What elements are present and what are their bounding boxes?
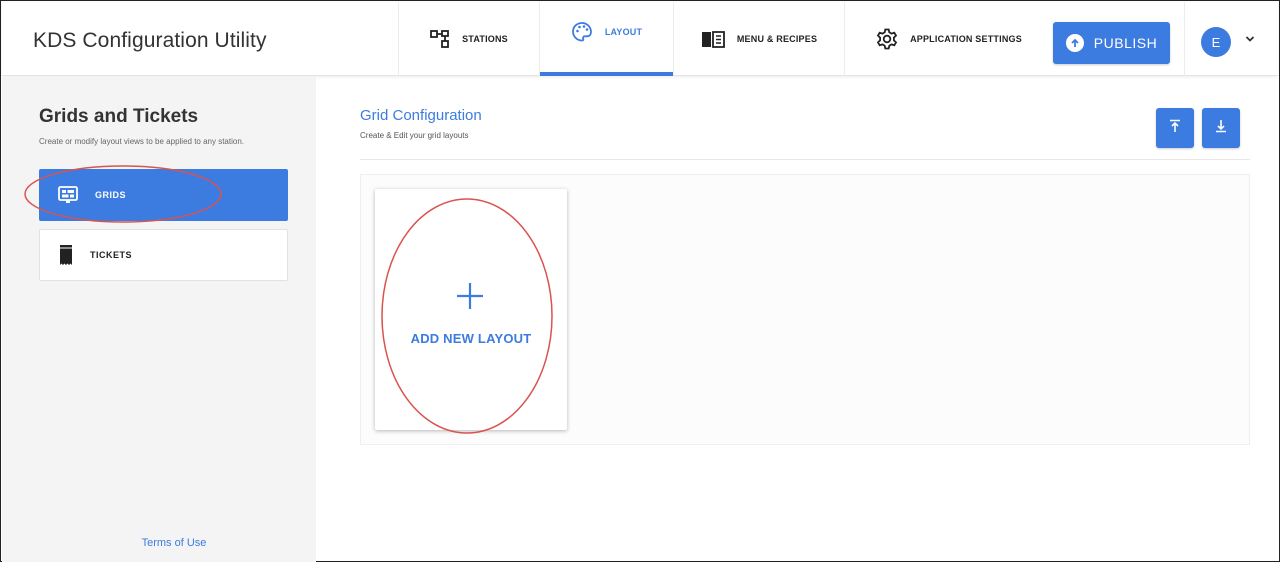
header-divider: [360, 159, 1250, 160]
add-new-layout-card[interactable]: ADD NEW LAYOUT: [375, 189, 567, 430]
add-new-layout-label: ADD NEW LAYOUT: [410, 331, 532, 346]
upload-circle-icon: [1065, 34, 1084, 52]
book-icon: [701, 30, 725, 48]
chevron-down-icon[interactable]: [1245, 30, 1255, 48]
sidebar-title: Grids and Tickets: [39, 106, 199, 127]
gear-icon: [876, 28, 898, 50]
nav-application-settings-label: APPLICATION SETTINGS: [910, 34, 1022, 44]
nav-layout-label: LAYOUT: [604, 27, 643, 37]
download-icon: [1215, 119, 1227, 138]
ticket-icon: [59, 244, 73, 266]
nav-layout[interactable]: LAYOUT: [539, 2, 673, 76]
terms-of-use-link[interactable]: Terms of Use: [2, 537, 346, 549]
sidebar-item-tickets[interactable]: TICKETS: [39, 229, 288, 281]
top-navbar: KDS Configuration Utility STATIONS LAYOU…: [2, 2, 1278, 76]
sidebar-subtitle: Create or modify layout views to be appl…: [39, 137, 244, 146]
nav-application-settings[interactable]: APPLICATION SETTINGS: [844, 2, 1053, 76]
app-title: KDS Configuration Utility: [33, 29, 267, 52]
publish-label: PUBLISH: [1093, 35, 1158, 51]
main-nav: STATIONS LAYOUT MENU & RECIPES APPLICATI…: [398, 2, 1053, 76]
nav-stations[interactable]: STATIONS: [398, 2, 539, 76]
grid-icon: [58, 186, 78, 204]
sidebar: Grids and Tickets Create or modify layou…: [2, 77, 316, 562]
sidebar-item-tickets-label: TICKETS: [90, 250, 133, 260]
plus-icon: [455, 281, 485, 316]
page-title: Grid Configuration: [360, 107, 482, 124]
page-subtitle: Create & Edit your grid layouts: [360, 131, 469, 140]
nav-menu-recipes-label: MENU & RECIPES: [736, 34, 818, 44]
avatar[interactable]: E: [1201, 27, 1231, 57]
nav-stations-label: STATIONS: [462, 34, 508, 44]
nav-menu-recipes[interactable]: MENU & RECIPES: [673, 2, 844, 76]
sidebar-item-grids[interactable]: GRIDS: [39, 169, 288, 221]
sidebar-item-grids-label: GRIDS: [95, 190, 127, 200]
stations-icon: [430, 30, 450, 48]
app-window: KDS Configuration Utility STATIONS LAYOU…: [0, 0, 1280, 562]
user-menu[interactable]: E: [1184, 2, 1278, 76]
publish-button[interactable]: PUBLISH: [1053, 22, 1170, 64]
upload-icon: [1169, 119, 1181, 138]
palette-icon: [571, 21, 593, 43]
download-button[interactable]: [1202, 108, 1240, 148]
upload-button[interactable]: [1156, 108, 1194, 148]
